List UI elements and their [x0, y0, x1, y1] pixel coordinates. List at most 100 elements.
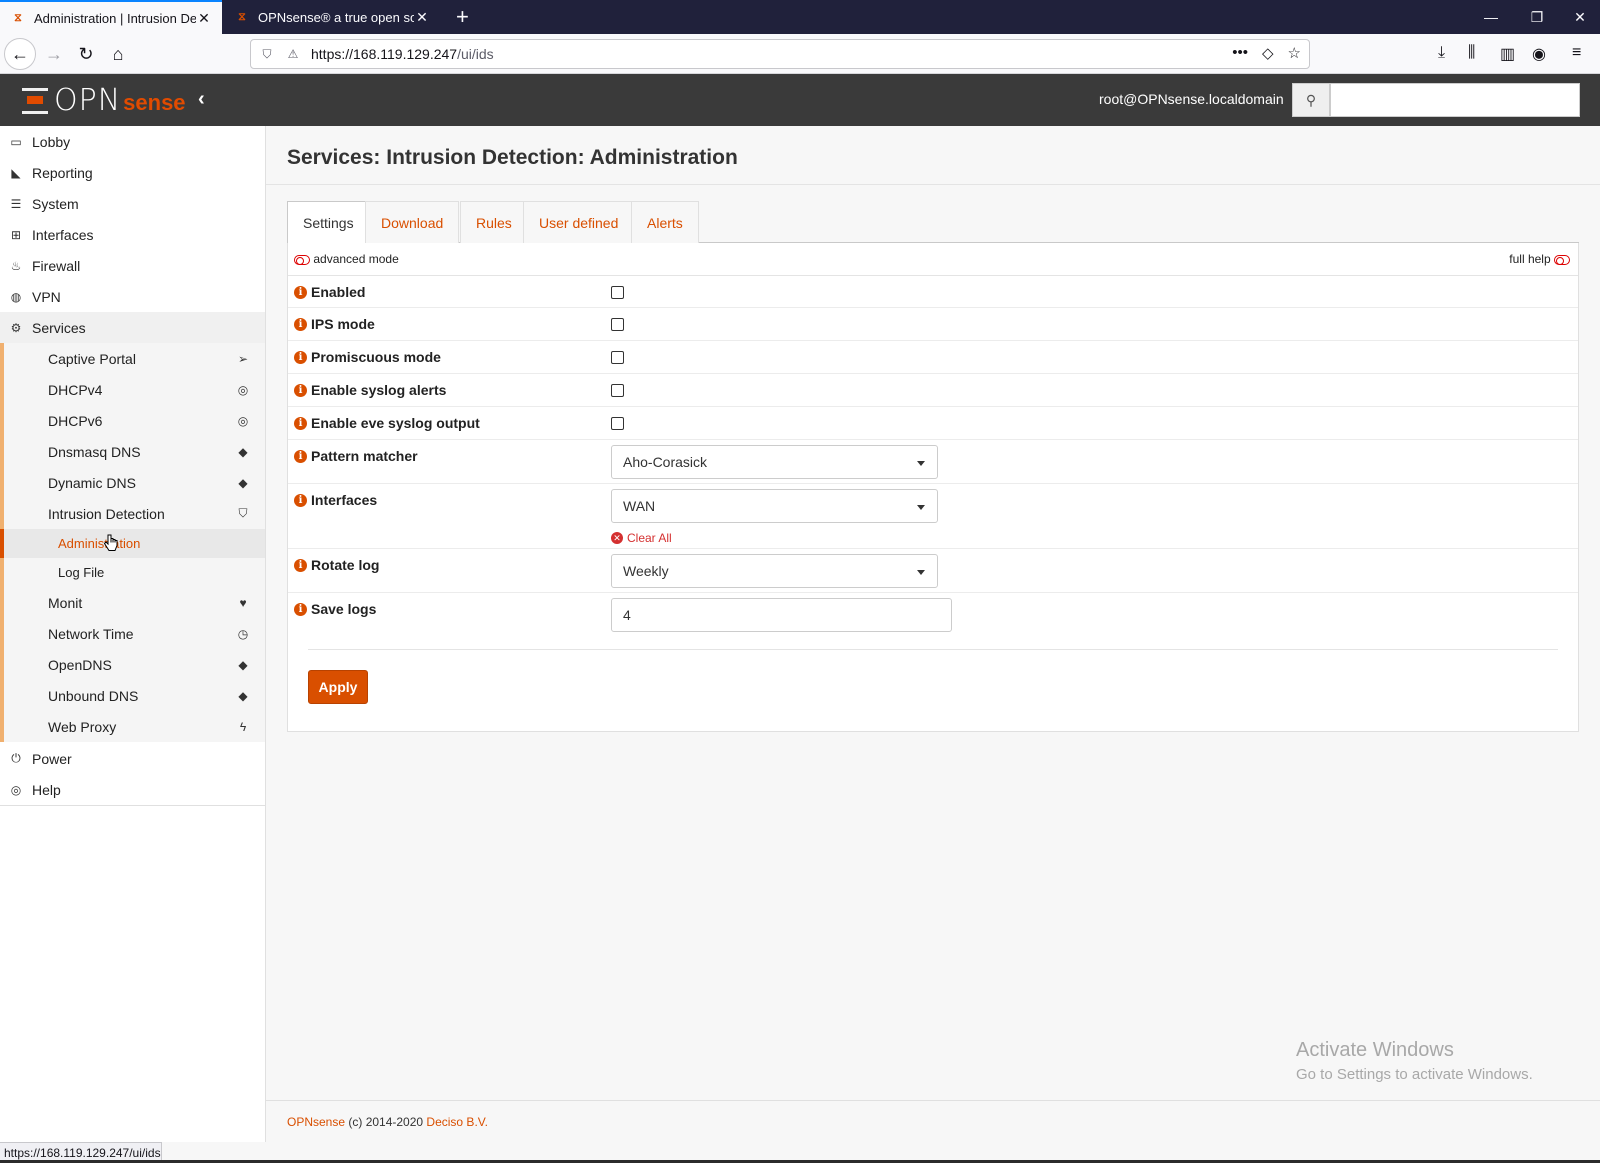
address-bar[interactable]: ⛉ ⚠ https://168.119.129.247/ui/ids ••• ◇… [250, 39, 1310, 69]
sidebar-item-reporting[interactable]: ◣ Reporting [0, 157, 265, 188]
sidebar-item-system[interactable]: ☰ System [0, 188, 265, 219]
settings-tabs: Settings Download Rules User defined Ale… [287, 201, 1579, 244]
sidebar-item-firewall[interactable]: ♨ Firewall [0, 250, 265, 281]
footer-opnsense-link[interactable]: OPNsense [287, 1115, 345, 1129]
sidebar-item-dhcpv4[interactable]: DHCPv4 ◎ [0, 374, 265, 405]
search-input[interactable] [1330, 83, 1580, 117]
page-footer: OPNsense (c) 2014-2020 Deciso B.V. [266, 1100, 1600, 1142]
bolt-icon: ϟ [239, 719, 247, 734]
row-save-logs: i Save logs 4 [288, 593, 1578, 639]
bookmark-star-icon[interactable]: ☆ [1288, 44, 1301, 62]
syslog-alerts-checkbox[interactable] [611, 384, 624, 397]
sidebar-item-dhcpv6[interactable]: DHCPv6 ◎ [0, 405, 265, 436]
globe-icon: ◍ [10, 289, 22, 304]
info-icon[interactable]: i [294, 416, 307, 430]
apply-button[interactable]: Apply [308, 670, 368, 704]
sidebar-item-administration[interactable]: Administration [0, 529, 265, 558]
info-icon[interactable]: i [294, 493, 307, 507]
sidebar-item-intrusion-detection[interactable]: Intrusion Detection ⛉ [0, 498, 265, 529]
tab-alerts[interactable]: Alerts [631, 201, 699, 243]
clear-all-link[interactable]: ✕ Clear All [611, 531, 672, 545]
download-icon[interactable]: ⤓ [1438, 44, 1445, 62]
sidebar-toggle-icon[interactable]: ▥ [1500, 44, 1515, 64]
sidebar-item-web-proxy[interactable]: Web Proxy ϟ [0, 711, 265, 742]
full-help-toggle[interactable]: full help [1509, 252, 1570, 266]
close-tab-icon[interactable]: ✕ [196, 10, 212, 27]
minimize-icon[interactable]: — [1468, 0, 1514, 34]
sidebar-item-power[interactable]: ⏻ Power [0, 743, 265, 774]
sidebar-item-network-time[interactable]: Network Time ◷ [0, 618, 265, 649]
sidebar-item-vpn[interactable]: ◍ VPN [0, 281, 265, 312]
sidebar-item-label: Unbound DNS [48, 687, 139, 704]
field-label-promiscuous: Promiscuous mode [311, 349, 441, 365]
tab-settings[interactable]: Settings [287, 201, 370, 244]
sidebar-item-dnsmasq-dns[interactable]: Dnsmasq DNS ◆ [0, 436, 265, 467]
sidebar-item-log-file[interactable]: Log File [0, 558, 265, 587]
info-icon[interactable]: i [294, 558, 307, 572]
close-tab-icon[interactable]: ✕ [414, 9, 430, 26]
enabled-checkbox[interactable] [611, 286, 624, 299]
home-icon[interactable]: ⌂ [102, 38, 134, 70]
restore-icon[interactable]: ❐ [1514, 0, 1560, 34]
more-icon[interactable]: ••• [1232, 44, 1248, 62]
sidebar-item-help[interactable]: ◎ Help [0, 774, 265, 805]
eve-syslog-checkbox[interactable] [611, 417, 624, 430]
browser-tab-active[interactable]: ⧖ Administration | Intrusion Dete ✕ [0, 0, 222, 34]
info-icon[interactable]: i [294, 602, 307, 616]
tab-download[interactable]: Download [365, 201, 460, 243]
advanced-mode-toggle[interactable]: advanced mode [294, 252, 399, 266]
browser-tab-inactive[interactable]: ⧖ OPNsense® a true open sourc ✕ [224, 0, 440, 34]
main-content: Services: Intrusion Detection: Administr… [266, 126, 1600, 1100]
info-icon[interactable]: i [294, 317, 307, 331]
logo-text-opn: OPN [54, 82, 122, 118]
rotate-log-value: Weekly [623, 563, 669, 579]
sidebar-item-captive-portal[interactable]: Captive Portal ➢ [0, 343, 265, 374]
clear-all-label: Clear All [627, 531, 672, 545]
sidebar-item-dynamic-dns[interactable]: Dynamic DNS ◆ [0, 467, 265, 498]
menu-icon[interactable]: ≡ [1572, 44, 1581, 62]
new-tab-icon[interactable]: + [456, 4, 469, 30]
ips-mode-checkbox[interactable] [611, 318, 624, 331]
tags-icon: ◆ [238, 475, 248, 490]
sidebar-item-opendns[interactable]: OpenDNS ◆ [0, 649, 265, 680]
close-window-icon[interactable]: ✕ [1560, 0, 1600, 34]
info-icon[interactable]: i [294, 285, 307, 299]
forward-icon[interactable]: → [38, 38, 70, 70]
promiscuous-checkbox[interactable] [611, 351, 624, 364]
sidebar-item-monit[interactable]: Monit ♥ [0, 587, 265, 618]
save-logs-input[interactable]: 4 [611, 598, 952, 632]
collapse-sidebar-icon[interactable]: ‹ [198, 88, 205, 111]
footer-deciso-link[interactable]: Deciso B.V. [426, 1115, 488, 1129]
back-icon[interactable]: ← [4, 38, 36, 70]
tab-user-defined[interactable]: User defined [523, 201, 635, 243]
opnsense-logo[interactable]: OPN sense [20, 82, 186, 118]
times-circle-icon: ✕ [611, 532, 623, 544]
lock-warning-icon[interactable]: ⚠ [283, 47, 303, 61]
sidebar-item-lobby[interactable]: ▭ Lobby [0, 126, 265, 157]
logo-text-sense: sense [123, 90, 186, 115]
account-icon[interactable]: ◉ [1532, 44, 1546, 64]
info-icon[interactable]: i [294, 449, 307, 463]
pocket-icon[interactable]: ◇ [1262, 44, 1274, 62]
watermark-title: Activate Windows [1296, 1039, 1454, 1061]
tab-rules[interactable]: Rules [460, 201, 528, 243]
rotate-log-select[interactable]: Weekly [611, 554, 938, 588]
tags-icon: ◆ [238, 444, 248, 459]
library-icon[interactable]: ⫼ [1468, 44, 1475, 62]
row-eve-syslog: i Enable eve syslog output [288, 407, 1578, 440]
reload-icon[interactable]: ↻ [70, 38, 102, 70]
info-icon[interactable]: i [294, 350, 307, 364]
pattern-matcher-select[interactable]: Aho-Corasick [611, 445, 938, 479]
sidebar-item-unbound-dns[interactable]: Unbound DNS ◆ [0, 680, 265, 711]
tags-icon: ◆ [238, 688, 248, 703]
shield-icon[interactable]: ⛉ [257, 47, 277, 62]
interfaces-select[interactable]: WAN [611, 489, 938, 523]
sidebar-item-services[interactable]: ⚙ Services [0, 312, 265, 343]
info-icon[interactable]: i [294, 383, 307, 397]
link-status-bar: https://168.119.129.247/ui/ids [0, 1142, 162, 1162]
toggle-off-icon [294, 254, 310, 265]
user-label[interactable]: root@OPNsense.localdomain [1099, 91, 1284, 107]
search-button[interactable]: ⚲ [1292, 83, 1330, 117]
sidebar-item-label: DHCPv4 [48, 381, 103, 398]
sidebar-item-interfaces[interactable]: ⊞ Interfaces [0, 219, 265, 250]
